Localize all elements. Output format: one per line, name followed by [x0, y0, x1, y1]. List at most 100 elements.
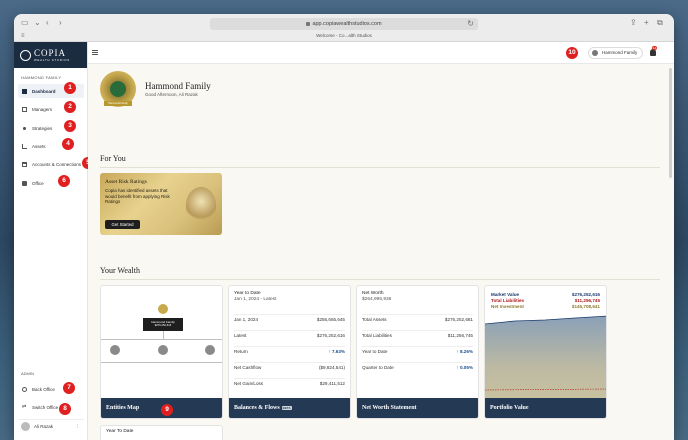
page-title: Hammond Family: [145, 81, 211, 91]
portfolio-area-chart: [485, 315, 606, 400]
reload-icon[interactable]: ↻: [467, 20, 474, 28]
crest-icon: [20, 49, 31, 61]
avatar: [21, 422, 30, 431]
sidebar-item-office[interactable]: Office: [18, 176, 84, 190]
entity-node[interactable]: [110, 345, 120, 355]
grid-icon: [22, 88, 27, 94]
legend-label: Net Investment: [491, 304, 524, 309]
get-started-button[interactable]: Get Started: [105, 220, 140, 229]
sidebar-item-label: Managers: [32, 106, 53, 112]
row-label: Jan 1, 2024: [234, 317, 259, 322]
net-worth-title: Net Worth Statement: [357, 398, 478, 418]
url-bar[interactable]: app.copiawealthstudios.com ↻: [210, 18, 478, 30]
brand-subtitle: WEALTH STUDIOS: [34, 57, 70, 62]
row-value: $276,252,681: [444, 317, 473, 322]
sidebar-item-switch-office[interactable]: ⇄ Switch Office: [18, 400, 84, 414]
table-row: Year to Date ↑ 8.26%: [362, 346, 473, 356]
family-crest-icon: [158, 304, 168, 314]
row-value: ↑ 0.05%: [456, 365, 473, 370]
bar-chart-icon: [22, 143, 27, 149]
sidebar-item-label: Dashboard: [32, 88, 56, 94]
market-value-area: [485, 316, 606, 400]
table-row: Net Gain/Loss $29,411,512: [234, 378, 345, 388]
back-icon[interactable]: ‹: [46, 19, 49, 27]
table-row: Return ↑ 7.63%: [234, 346, 345, 356]
browser-window: ▭ ⌄ ‹ › app.copiawealthstudios.com ↻ ⇪ +…: [14, 14, 674, 440]
asset-risk-promo-card[interactable]: Asset Risk Ratings Copia has identified …: [100, 173, 222, 235]
balances-flows-card[interactable]: Year to Date Jan 1, 2024 - Latest Jan 1,…: [228, 285, 351, 419]
card-sub: $264,995,936: [362, 297, 392, 302]
connector-line: [101, 339, 222, 340]
user-menu[interactable]: Ali Razak ⋮: [18, 419, 84, 433]
main-content: 10 Hammond Family 14 Hammond Family Hamm…: [88, 42, 674, 440]
hamburger-icon[interactable]: [92, 50, 98, 55]
annotation-badge: 2: [64, 101, 76, 113]
legend-net-investment: Net Investment $145,708,641: [491, 304, 600, 310]
row-label: Total Assets: [362, 317, 387, 322]
card-title: Entities Map: [106, 405, 140, 411]
net-worth-card[interactable]: Net Worth $264,995,936 Total Assets $276,…: [356, 285, 479, 419]
connector-line: [163, 331, 164, 339]
swap-icon: ⇄: [22, 403, 27, 410]
sidebar-item-accounts[interactable]: Accounts & Connections: [18, 157, 84, 171]
table-row: Latest $276,252,616: [234, 330, 345, 340]
card-head: Year To Date: [106, 429, 134, 434]
row-value: $256,665,645: [316, 317, 345, 322]
entity-node[interactable]: [158, 345, 168, 355]
card-head: Net Worth: [362, 291, 384, 296]
sidebar-item-label: Back Office: [32, 386, 55, 392]
sidebar-toggle-icon[interactable]: ▭: [21, 19, 29, 27]
sidebar-item-label: Office: [32, 180, 44, 186]
row-label: Year to Date: [362, 349, 388, 354]
forward-icon[interactable]: ›: [59, 19, 62, 27]
row-label: Quarter to Date: [362, 365, 394, 370]
url-text: app.copiawealthstudios.com: [312, 21, 382, 27]
annotation-badge: 9: [161, 404, 173, 416]
table-row: Total Assets $276,252,681: [362, 314, 473, 324]
portfolio-value-card[interactable]: Market Value $276,252,616 Total Liabiliti…: [484, 285, 607, 419]
sidebar-item-label: Accounts & Connections: [32, 161, 82, 167]
admin-label: ADMIN: [21, 371, 34, 376]
scrollbar[interactable]: [669, 68, 672, 178]
chevron-down-icon[interactable]: ⌄: [34, 19, 41, 27]
explorer-illustration: [186, 187, 216, 223]
card-title: Balances & Flows: [234, 405, 280, 411]
table-row: Quarter to Date ↑ 0.05%: [362, 362, 473, 372]
tab-title[interactable]: Welcome - Co...alth Studios: [14, 33, 674, 38]
row-value: $29,411,512: [319, 381, 345, 386]
sidebar-item-label: Strategies: [32, 125, 53, 131]
row-value: ($9,824,541): [318, 365, 345, 370]
brand-logo[interactable]: COPIA WEALTH STUDIOS: [14, 42, 87, 68]
family-switch-label: Hammond Family: [602, 50, 638, 55]
nodes-icon: [22, 125, 27, 131]
annotation-badge: 7: [63, 382, 75, 394]
family-label: HAMMOND FAMILY: [21, 75, 62, 80]
legend-label: Market Value: [491, 292, 520, 297]
entities-map-card[interactable]: Hammond Family $276,252,616 Entities Map…: [100, 285, 223, 419]
portfolio-value-title: Portfolio Value: [485, 398, 606, 418]
sidebar-item-assets[interactable]: Assets: [18, 139, 84, 153]
tabs-overview-icon[interactable]: ⧉: [657, 19, 663, 27]
portfolio-legend: Market Value $276,252,616 Total Liabiliti…: [491, 292, 600, 310]
sidebar-item-label: Switch Office: [32, 404, 59, 410]
bell-icon[interactable]: [650, 49, 656, 56]
greeting-text: Good Afternoon, Ali Razak: [145, 92, 198, 97]
promo-description: Copia has identified assets that would b…: [105, 188, 170, 204]
new-tab-icon[interactable]: +: [644, 19, 649, 27]
notification-count: 14: [652, 46, 658, 50]
entity-node[interactable]: [205, 345, 215, 355]
annotation-badge: 3: [64, 120, 76, 132]
annotation-badge: 10: [566, 47, 578, 59]
row-value: $11,256,745: [447, 333, 473, 338]
more-icon[interactable]: ⋮: [76, 424, 81, 430]
promo-title: Asset Risk Ratings: [105, 179, 147, 185]
row-label: Return: [234, 349, 248, 354]
entities-map-preview: Hammond Family $276,252,616: [101, 286, 222, 400]
family-switcher[interactable]: Hammond Family: [588, 47, 643, 59]
ytd-card[interactable]: Year To Date: [100, 425, 223, 440]
briefcase-icon: [22, 180, 27, 186]
divider: [100, 167, 660, 168]
row-label: Net Gain/Loss: [234, 381, 264, 386]
share-icon[interactable]: ⇪: [630, 19, 637, 27]
card-sub: Jan 1, 2024 - Latest: [234, 297, 277, 302]
